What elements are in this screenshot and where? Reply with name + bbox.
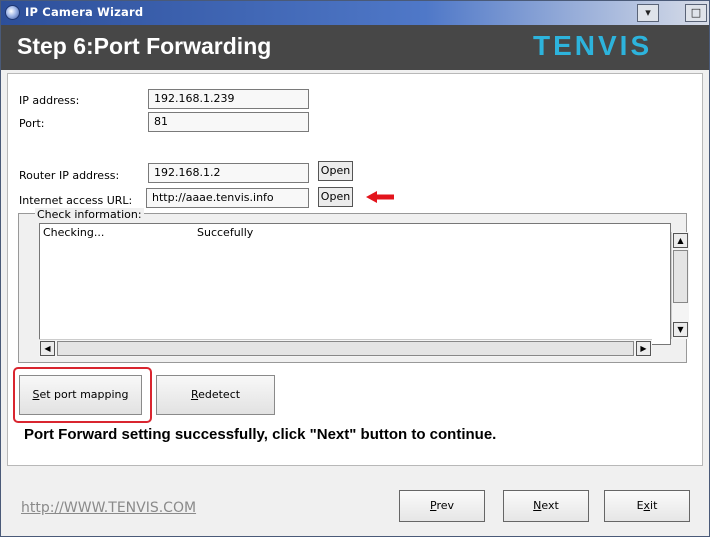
exit-label-start: E (636, 499, 644, 512)
wizard-header: Step 6:Port Forwarding TENVIS (1, 25, 709, 70)
redetect-button[interactable]: Redetect (156, 375, 275, 415)
tenvis-website-link[interactable]: http://WWW.TENVIS.COM (21, 500, 196, 516)
maximize-button[interactable]: □ (685, 4, 707, 22)
ip-address-field[interactable]: 192.168.1.239 (148, 89, 309, 109)
check-result-text: Succefully (197, 226, 254, 239)
set-port-mapping-label: et port mapping (39, 388, 129, 401)
window-title: IP Camera Wizard (25, 5, 144, 19)
horizontal-scrollbar[interactable]: ◀ ▶ (39, 339, 652, 357)
content-panel: IP address: 192.168.1.239 Port: 81 Route… (7, 73, 703, 466)
port-field[interactable]: 81 (148, 112, 309, 132)
internet-url-field[interactable]: http://aaae.tenvis.info (146, 188, 309, 208)
check-information-list[interactable]: Checking... Succefully ▲ ▼ (39, 223, 689, 345)
step-title: Step 6:Port Forwarding (17, 33, 272, 59)
horizontal-scroll-thumb[interactable] (57, 341, 634, 356)
check-item-text: Checking... (43, 226, 105, 239)
router-ip-field[interactable]: 192.168.1.2 (148, 163, 309, 183)
internet-url-label: Internet access URL: (19, 194, 133, 207)
next-label: ext (541, 499, 559, 512)
scroll-down-icon[interactable]: ▼ (673, 322, 688, 337)
red-arrow-icon (366, 191, 394, 203)
exit-label-end: it (650, 499, 658, 512)
prev-label: rev (436, 499, 454, 512)
prev-button[interactable]: Prev (399, 490, 485, 522)
redetect-label: edetect (198, 388, 241, 401)
vertical-scrollbar[interactable]: ▲ ▼ (671, 232, 689, 339)
check-information-legend: Check information: (35, 208, 144, 221)
next-button[interactable]: Next (503, 490, 589, 522)
port-label: Port: (19, 117, 45, 130)
vertical-scroll-thumb[interactable] (673, 250, 688, 303)
minimize-button[interactable]: ▾ (637, 4, 659, 22)
scroll-left-icon[interactable]: ◀ (40, 341, 55, 356)
status-message: Port Forward setting successfully, click… (24, 426, 497, 443)
check-information-group: Check information: Checking... Succefull… (18, 208, 689, 363)
set-port-mapping-button[interactable]: Set port mapping (19, 375, 142, 415)
exit-button[interactable]: Exit (604, 490, 690, 522)
camera-app-icon (5, 5, 20, 20)
router-open-button[interactable]: Open (318, 161, 353, 181)
wizard-window: IP Camera Wizard ▾ □ Step 6:Port Forward… (0, 0, 710, 537)
title-bar[interactable]: IP Camera Wizard ▾ □ (1, 1, 709, 25)
tenvis-logo: TENVIS (533, 30, 653, 61)
scroll-up-icon[interactable]: ▲ (673, 233, 688, 248)
url-open-button[interactable]: Open (318, 187, 353, 207)
router-ip-label: Router IP address: (19, 169, 120, 182)
ip-address-label: IP address: (19, 94, 80, 107)
scroll-right-icon[interactable]: ▶ (636, 341, 651, 356)
